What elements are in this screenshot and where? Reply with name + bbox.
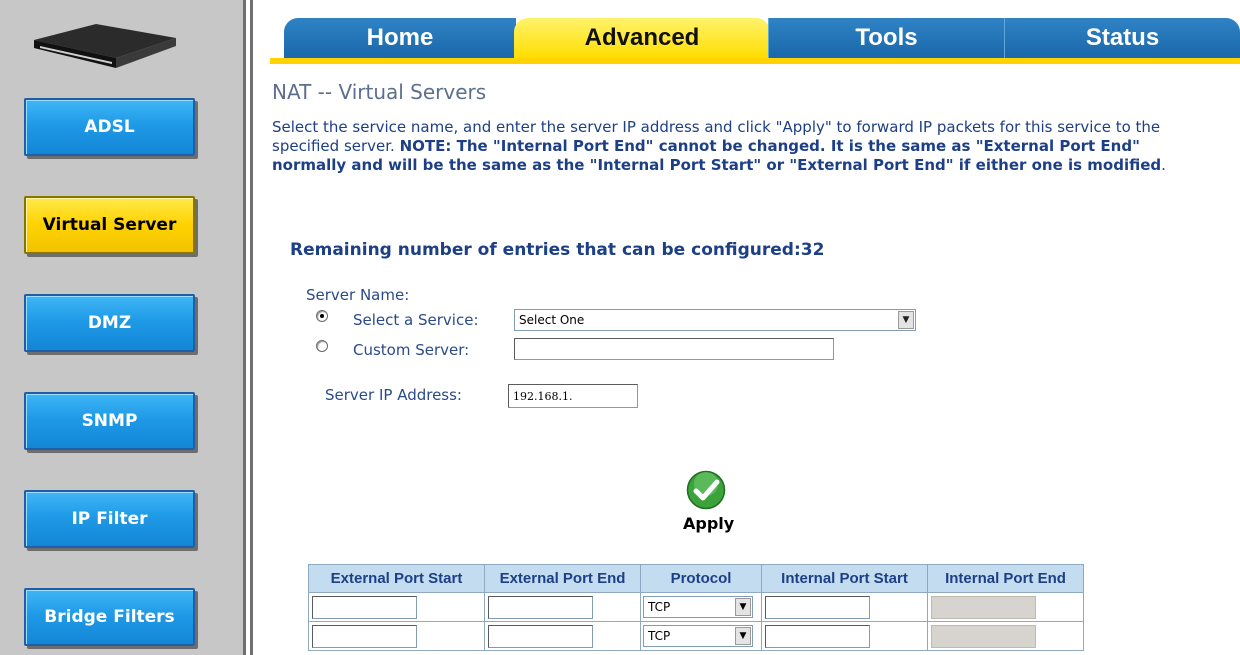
external-port-end-input[interactable] <box>488 625 593 648</box>
table-cell <box>484 621 641 651</box>
tab-advanced[interactable]: Advanced <box>514 18 770 58</box>
service-select[interactable]: Select One ▼ <box>514 309 916 331</box>
internal-port-end-input <box>931 625 1036 648</box>
tab-home[interactable]: Home <box>284 18 516 58</box>
chevron-down-icon[interactable]: ▼ <box>735 627 751 645</box>
server-ip-input[interactable]: 192.168.1. <box>508 384 638 408</box>
tab-label: Home <box>366 24 434 51</box>
sidebar-item-label: DMZ <box>87 313 132 333</box>
table-cell: TCP ▼ <box>640 621 762 651</box>
select-service-radio[interactable] <box>316 310 328 322</box>
protocol-select[interactable]: TCP ▼ <box>643 596 753 618</box>
internal-port-end-input <box>931 596 1036 619</box>
col-internal-port-end: Internal Port End <box>927 564 1084 593</box>
page-title: NAT -- Virtual Servers <box>272 80 487 104</box>
remaining-entries: Remaining number of entries that can be … <box>290 240 825 260</box>
external-port-start-input[interactable] <box>312 625 417 648</box>
virtual-server-table: External Port Start External Port End Pr… <box>308 564 1084 651</box>
sidebar-divider <box>250 0 253 655</box>
table-cell: TCP ▼ <box>640 592 762 622</box>
internal-port-start-input[interactable] <box>765 625 870 648</box>
table-cell <box>308 592 485 622</box>
sidebar-item-label: SNMP <box>81 411 138 431</box>
sidebar-item-label: IP Filter <box>71 509 148 529</box>
server-ip-label: Server IP Address: <box>325 386 462 404</box>
table-cell <box>927 621 1084 651</box>
page-description: Select the service name, and enter the s… <box>272 118 1172 175</box>
table-header-row: External Port Start External Port End Pr… <box>308 564 1084 593</box>
custom-server-radio[interactable] <box>316 340 328 352</box>
sidebar-item-label: ADSL <box>84 117 135 137</box>
table-row: TCP ▼ <box>308 592 1084 622</box>
sidebar-item-bridge-filters[interactable]: Bridge Filters <box>24 588 195 646</box>
protocol-value: TCP <box>648 600 671 614</box>
description-end: . <box>1161 156 1166 174</box>
tab-label: Tools <box>855 24 918 51</box>
table-cell <box>927 592 1084 622</box>
apply-button[interactable]: Apply <box>683 514 734 533</box>
sidebar-item-virtual-server[interactable]: Virtual Server <box>24 196 195 254</box>
chevron-down-icon[interactable]: ▼ <box>735 598 751 616</box>
sidebar-item-snmp[interactable]: SNMP <box>24 392 195 450</box>
table-cell <box>761 621 928 651</box>
tab-label: Status <box>1085 24 1160 51</box>
service-select-value: Select One <box>519 313 585 327</box>
internal-port-start-input[interactable] <box>765 596 870 619</box>
description-note: NOTE: The "Internal Port End" cannot be … <box>272 137 1162 174</box>
custom-server-label: Custom Server: <box>353 341 470 359</box>
sidebar: ADSL Virtual Server DMZ SNMP IP Filter B… <box>0 0 243 655</box>
sidebar-item-dmz[interactable]: DMZ <box>24 294 195 352</box>
sidebar-item-ip-filter[interactable]: IP Filter <box>24 490 195 548</box>
tab-label: Advanced <box>584 24 700 51</box>
col-internal-port-start: Internal Port Start <box>761 564 928 593</box>
sidebar-item-label: Bridge Filters <box>44 607 175 627</box>
server-name-label: Server Name: <box>306 286 410 304</box>
sidebar-item-adsl[interactable]: ADSL <box>24 98 195 156</box>
checkmark-icon[interactable] <box>686 470 726 510</box>
sidebar-item-label: Virtual Server <box>42 215 177 235</box>
router-image <box>34 24 176 68</box>
tab-tools[interactable]: Tools <box>768 18 1004 58</box>
tab-status[interactable]: Status <box>1004 18 1240 58</box>
table-cell <box>308 621 485 651</box>
table-cell <box>761 592 928 622</box>
external-port-start-input[interactable] <box>312 596 417 619</box>
chevron-down-icon[interactable]: ▼ <box>898 311 914 329</box>
protocol-select[interactable]: TCP ▼ <box>643 625 753 647</box>
col-protocol: Protocol <box>640 564 762 593</box>
select-service-label: Select a Service: <box>353 311 479 329</box>
col-external-port-start: External Port Start <box>308 564 485 593</box>
external-port-end-input[interactable] <box>488 596 593 619</box>
table-cell <box>484 592 641 622</box>
tab-underline <box>270 58 1240 64</box>
table-row: TCP ▼ <box>308 621 1084 651</box>
custom-server-input[interactable] <box>514 338 834 360</box>
col-external-port-end: External Port End <box>484 564 641 593</box>
protocol-value: TCP <box>648 629 671 643</box>
